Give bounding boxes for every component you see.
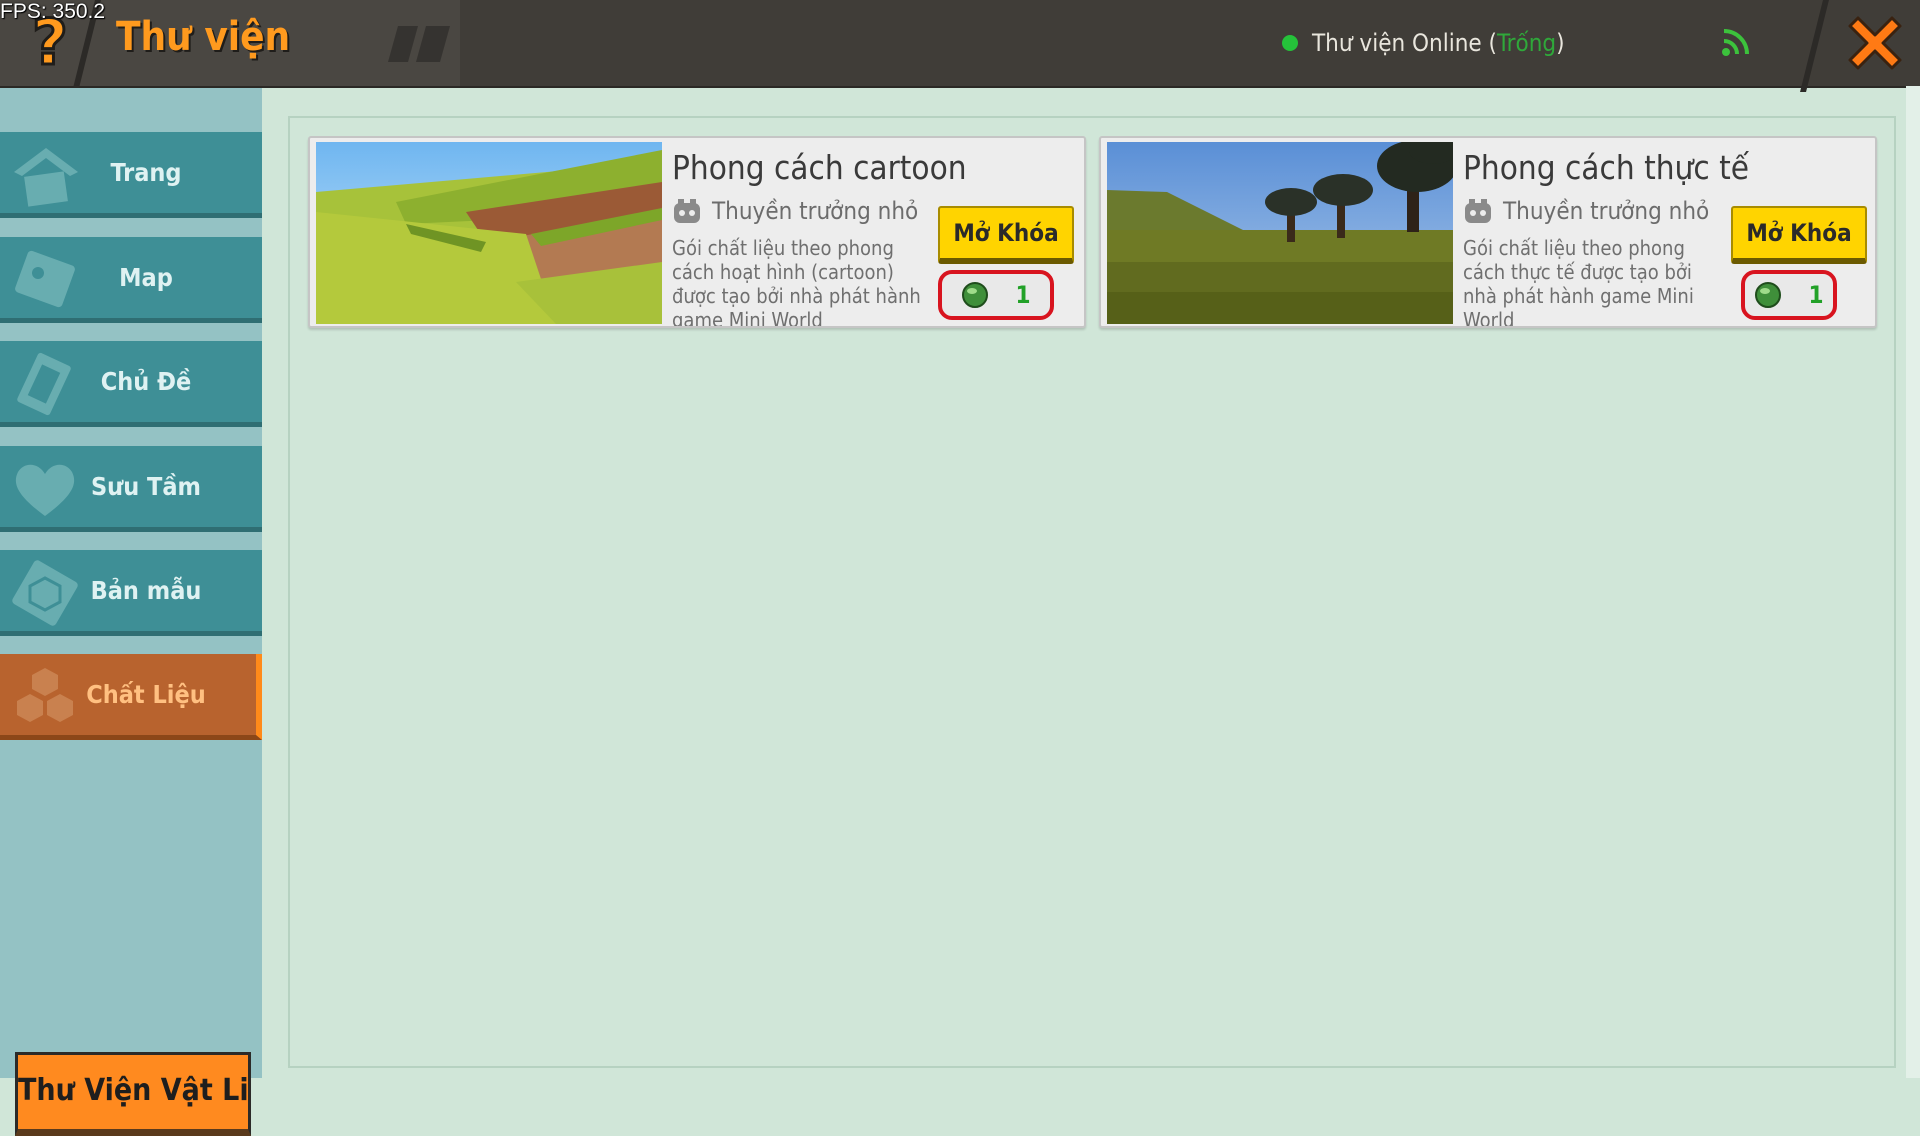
home-icon <box>14 148 78 207</box>
card-price: 1 <box>938 270 1054 320</box>
sidebar-item-label: Chủ Đề <box>100 367 192 396</box>
material-library-button[interactable]: Thư Viện Vật Liệu <box>15 1052 251 1136</box>
signal-icon <box>1722 29 1749 56</box>
theme-icon <box>17 352 71 416</box>
unlock-button[interactable]: Mở Khóa <box>1731 206 1867 264</box>
card-title: Phong cách cartoon <box>672 148 967 187</box>
online-status-dot <box>1282 35 1298 51</box>
decorative-tiles <box>388 26 450 62</box>
author-avatar-icon <box>674 199 700 223</box>
card-author: Thuyền trưởng nhỏ <box>672 194 918 228</box>
sidebar-item-collection[interactable]: Sưu Tầm <box>0 446 262 532</box>
sidebar: Trang Chủ Map Chủ Đề Sưu Tầm Bản mẫu <box>0 88 262 1136</box>
card-description: Gói chất liệu theo phong cách hoạt hình … <box>672 236 921 326</box>
card-thumbnail <box>316 142 662 324</box>
online-label-close: ) <box>1556 29 1565 57</box>
author-avatar-icon <box>1465 199 1491 223</box>
scroll-edge <box>1906 86 1920 1078</box>
sidebar-item-template[interactable]: Bản mẫu <box>0 550 262 636</box>
card-description: Gói chất liệu theo phong cách thực tế đư… <box>1463 236 1694 326</box>
card-author: Thuyền trưởng nhỏ <box>1463 194 1709 228</box>
cartoon-landscape-image <box>316 142 662 324</box>
material-card[interactable]: Phong cách thực tế Thuyền trưởng nhỏ Gói… <box>1099 136 1877 328</box>
sidebar-item-material[interactable]: Chất Liệu <box>0 654 262 740</box>
unlock-button[interactable]: Mở Khóa <box>938 206 1074 264</box>
online-label: Thư viện Online ( <box>1312 29 1497 57</box>
material-icon <box>17 668 73 722</box>
top-bar: ? Thư viện Thư viện Online (Trống) FPS: … <box>0 0 1920 92</box>
map-icon <box>15 250 75 308</box>
page-title: Thư viện <box>116 14 291 60</box>
material-card[interactable]: Phong cách cartoon Thuyền trưởng nhỏ Gói… <box>308 136 1086 328</box>
mini-bean-icon <box>1755 282 1782 308</box>
sidebar-item-label: Map <box>119 263 173 292</box>
sidebar-item-home[interactable]: Trang Chủ <box>0 132 262 269</box>
sidebar-item-label: Bản mẫu <box>90 576 202 605</box>
template-icon <box>12 560 78 626</box>
sidebar-item-label: Chất Liệu <box>86 680 206 709</box>
realistic-landscape-image <box>1107 142 1453 324</box>
mini-bean-icon <box>962 282 989 308</box>
card-price: 1 <box>1741 270 1837 320</box>
sidebar-item-label: Sưu Tầm <box>90 472 201 501</box>
heart-icon <box>15 464 75 516</box>
close-icon[interactable] <box>1840 8 1910 78</box>
price-value: 1 <box>1015 281 1031 309</box>
fps-counter: FPS: 350.2 <box>0 0 106 23</box>
online-status-text: Trống <box>1496 29 1557 57</box>
sidebar-item-theme[interactable]: Chủ Đề <box>0 341 262 427</box>
price-value: 1 <box>1808 281 1824 309</box>
card-author-name: Thuyền trưởng nhỏ <box>712 197 919 225</box>
sidebar-item-label: Trang Chủ <box>110 158 182 269</box>
online-library-status: Thư viện Online (Trống) <box>1282 26 1565 60</box>
sidebar-item-map[interactable]: Map <box>0 237 262 323</box>
card-title: Phong cách thực tế <box>1463 148 1749 187</box>
card-thumbnail <box>1107 142 1453 324</box>
card-author-name: Thuyền trưởng nhỏ <box>1503 197 1710 225</box>
divider <box>1800 0 1830 92</box>
